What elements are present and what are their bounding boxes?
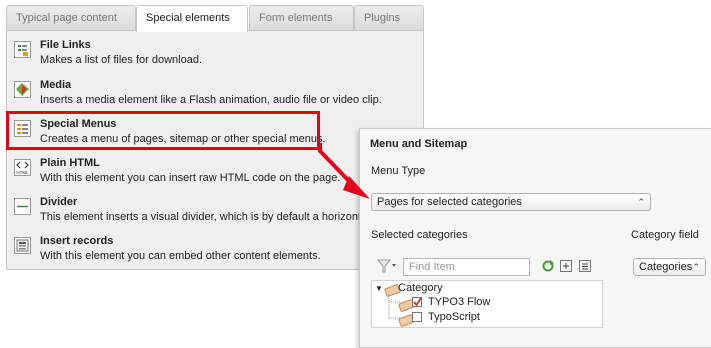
tab-label: Plugins — [364, 12, 401, 24]
checkbox-typo3-flow[interactable] — [412, 297, 422, 307]
tab-label: Form elements — [259, 12, 333, 24]
category-tree: ▼ Category TYPO3 Flow TypoScript — [371, 280, 603, 328]
item-description: Makes a list of files for download. — [40, 54, 203, 66]
select-arrows-icon: ⌃ — [637, 197, 645, 207]
wizard-item-file-links[interactable]: File Links Makes a list of files for dow… — [13, 39, 433, 77]
menu-type-value: Pages for selected categories — [377, 196, 522, 208]
panel-header: Menu and Sitemap — [370, 138, 468, 150]
category-field-select[interactable]: Categories ⌃ — [633, 258, 706, 276]
search-placeholder: Find Item — [409, 261, 455, 273]
checkbox-typoscript[interactable] — [412, 312, 422, 322]
tab-typical-page-content[interactable]: Typical page content — [6, 5, 136, 30]
tab-form-elements[interactable]: Form elements — [249, 5, 354, 30]
item-title: Insert records — [40, 235, 114, 247]
tree-node-typoscript[interactable]: TypoScript — [428, 311, 480, 323]
category-field-label: Category field — [631, 229, 699, 241]
item-description: This element inserts a visual divider, w… — [40, 211, 384, 223]
html-icon: HTML — [14, 159, 31, 176]
tab-label: Special elements — [146, 12, 230, 24]
select-arrows-icon: ⌃ — [692, 262, 700, 272]
media-icon — [14, 81, 31, 98]
find-item-input[interactable]: Find Item — [403, 258, 530, 276]
special-menus-highlight — [6, 111, 320, 150]
item-title: Plain HTML — [40, 157, 100, 169]
tab-label: Typical page content — [16, 12, 117, 24]
category-field-value: Categories — [639, 261, 693, 273]
tree-node-typo3-flow[interactable]: TYPO3 Flow — [428, 296, 490, 308]
divider-icon — [14, 198, 31, 215]
refresh-icon[interactable] — [542, 260, 554, 272]
html-icon-text: HTML — [16, 170, 29, 175]
tab-special-elements[interactable]: Special elements — [136, 5, 248, 32]
selected-categories-label: Selected categories — [371, 229, 468, 241]
item-description: Inserts a media element like a Flash ani… — [40, 94, 382, 106]
item-title: File Links — [40, 39, 91, 51]
item-title: Divider — [40, 196, 78, 208]
item-title: Media — [40, 79, 72, 91]
menu-type-select[interactable]: Pages for selected categories ⌃ — [371, 193, 651, 211]
tab-plugins[interactable]: Plugins — [354, 5, 424, 30]
filter-icon[interactable] — [377, 259, 397, 273]
collapse-all-icon[interactable] — [579, 260, 591, 272]
menu-type-label: Menu Type — [371, 165, 426, 177]
records-icon — [14, 237, 31, 254]
file-links-icon — [14, 41, 31, 58]
menu-sitemap-panel: Menu and Sitemap Menu Type Pages for sel… — [359, 128, 711, 348]
expand-all-icon[interactable] — [560, 260, 572, 272]
item-description: With this element you can embed other co… — [40, 250, 321, 262]
item-description: With this element you can insert raw HTM… — [40, 172, 341, 184]
